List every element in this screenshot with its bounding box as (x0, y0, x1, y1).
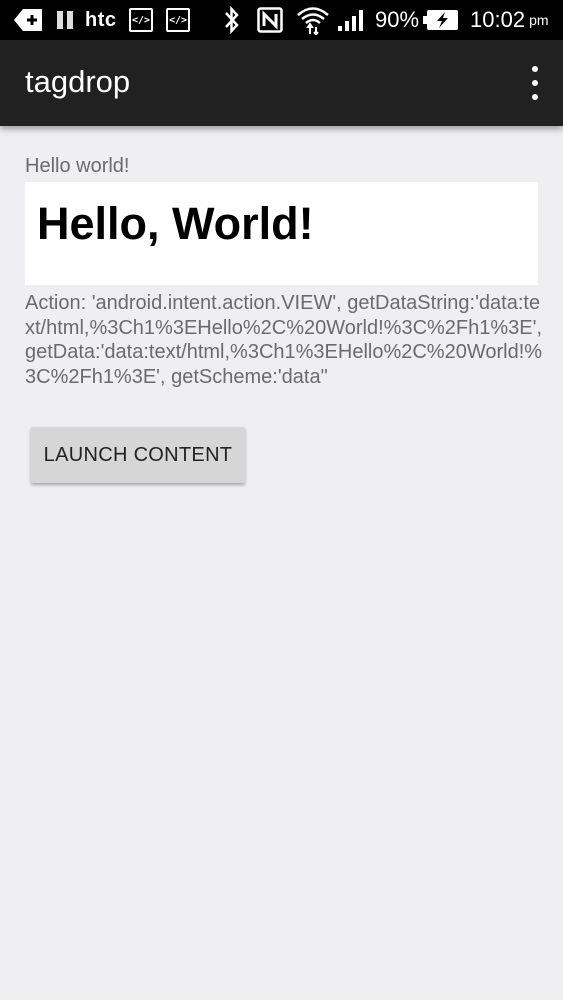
pause-icon (56, 0, 74, 40)
htc-logo: htc (85, 8, 117, 31)
app-title: tagdrop (25, 64, 131, 99)
status-bar: htc </> </> 90% 10:02 pm (0, 0, 563, 40)
webview-heading: Hello, World! (37, 198, 314, 249)
webview[interactable]: Hello, World! (25, 182, 538, 285)
launch-content-button[interactable]: LAUNCH CONTENT (31, 427, 245, 483)
intent-info-text: Action: 'android.intent.action.VIEW', ge… (25, 292, 543, 388)
back-plus-icon (14, 0, 42, 40)
clock: 10:02 pm (470, 0, 549, 40)
battery-percent: 90% (375, 7, 420, 32)
hello-label: Hello world! (25, 155, 130, 177)
code-icon: </> (129, 0, 153, 40)
wifi-icon (296, 0, 330, 40)
battery-charging-icon (423, 0, 459, 40)
signal-icon (337, 0, 367, 40)
bluetooth-icon (222, 0, 242, 40)
overflow-menu-icon[interactable] (525, 66, 545, 100)
code-icon: </> (166, 0, 190, 40)
app-bar: tagdrop (0, 40, 563, 126)
clock-suffix: pm (529, 12, 549, 28)
clock-time: 10:02 (470, 7, 526, 32)
nfc-icon (257, 0, 283, 40)
